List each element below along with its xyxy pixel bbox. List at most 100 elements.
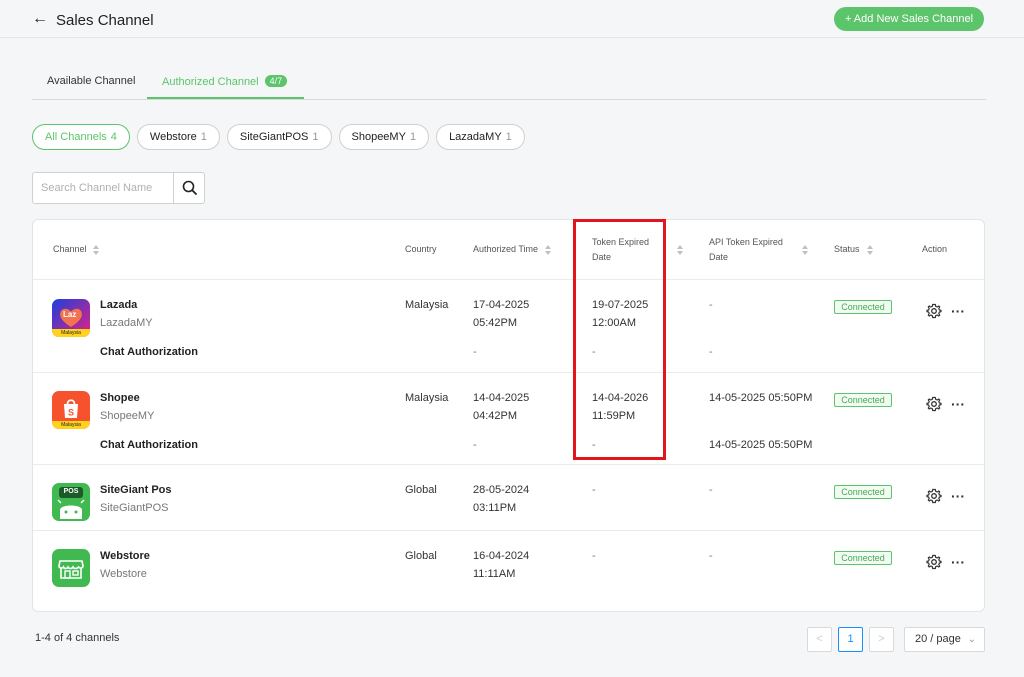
- date-text: 28-05-2024: [473, 484, 530, 496]
- channel-sub-name: LazadaMY: [100, 317, 153, 329]
- country-cell: Global: [405, 484, 437, 496]
- date-text: 17-04-2025: [473, 299, 530, 311]
- search-button[interactable]: [173, 173, 205, 203]
- authorized-time-cell: 14-04-2025 04:42PM: [473, 389, 529, 425]
- country-cell: Malaysia: [405, 299, 449, 311]
- more-options-icon[interactable]: ···: [951, 555, 967, 572]
- lazada-country-tag: Malaysia: [52, 329, 90, 337]
- chat-token-expired-cell: -: [592, 346, 596, 358]
- pagination-prev-button[interactable]: <: [807, 627, 832, 652]
- channel-name: Lazada: [100, 299, 138, 311]
- pagination-page-1[interactable]: 1: [838, 627, 863, 652]
- tab-authorized-label: Authorized Channel: [162, 76, 259, 88]
- tab-available-channel[interactable]: Available Channel: [47, 75, 135, 87]
- date-text: 19-07-2025: [592, 299, 649, 311]
- chat-authorization-label: Chat Authorization: [100, 439, 198, 451]
- authorized-count-badge: 4/7: [264, 75, 288, 87]
- token-expired-cell: 14-04-2026 11:59PM: [592, 389, 648, 425]
- time-text: 11:59PM: [592, 410, 636, 422]
- chat-authorized-time-cell: -: [473, 439, 477, 451]
- chip-count: 1: [312, 131, 319, 143]
- status-badge: Connected: [834, 300, 892, 314]
- chip-label: SiteGiantPOS: [239, 131, 309, 143]
- chip-label: LazadaMY: [449, 131, 502, 143]
- more-options-icon[interactable]: ···: [951, 304, 967, 321]
- filter-chip-sitegiantpos[interactable]: SiteGiantPOS 1: [226, 124, 332, 150]
- webstore-logo: [52, 549, 90, 587]
- sort-token-expired-icon[interactable]: [677, 245, 684, 255]
- date-text: 14-04-2025: [473, 392, 530, 404]
- column-header-status: Status: [834, 244, 860, 254]
- status-badge: Connected: [834, 551, 892, 565]
- pos-logo-text: POS: [63, 488, 79, 495]
- authorized-time-cell: 28-05-2024 03:11PM: [473, 481, 529, 517]
- more-options-icon[interactable]: ···: [951, 397, 967, 414]
- add-sales-channel-button[interactable]: + Add New Sales Channel: [834, 7, 984, 31]
- sort-status-icon[interactable]: [867, 245, 874, 255]
- table-row-sitegiant-pos: POS SiteGiant Pos SiteGiantPOS Global 28…: [33, 465, 984, 531]
- column-header-token-expired-date: Token Expired Date: [592, 235, 649, 265]
- column-header-action: Action: [922, 244, 948, 254]
- gear-icon[interactable]: [926, 554, 942, 570]
- gear-icon[interactable]: [926, 303, 942, 319]
- svg-text:S: S: [68, 408, 74, 418]
- channel-count-text: 1-4 of 4 channels: [35, 632, 120, 644]
- api-token-expired-cell: -: [709, 484, 713, 496]
- time-text: 05:42PM: [473, 317, 518, 329]
- back-arrow-icon[interactable]: ←: [32, 10, 48, 28]
- shopee-country-tag: Malaysia: [52, 421, 90, 429]
- status-badge: Connected: [834, 485, 892, 499]
- column-header-api-token-expired-date: API Token Expired Date: [709, 235, 783, 265]
- sort-channel-icon[interactable]: [93, 245, 100, 255]
- token-expired-cell: -: [592, 550, 596, 562]
- chat-authorization-label: Chat Authorization: [100, 346, 198, 358]
- page-size-value: 20 / page: [915, 633, 961, 645]
- channel-name: Webstore: [100, 550, 150, 562]
- channel-sub-name: Webstore: [100, 568, 147, 580]
- lazada-logo-text: Laz: [63, 310, 77, 319]
- date-text: 14-04-2026: [592, 392, 649, 404]
- chip-count: 1: [505, 131, 512, 143]
- chip-label: Webstore: [149, 131, 197, 143]
- page-size-select[interactable]: 20 / page ⌄: [904, 627, 985, 652]
- token-expired-cell: 19-07-2025 12:00AM: [592, 296, 648, 332]
- table-row-webstore: Webstore Webstore Global 16-04-2024 11:11…: [33, 531, 984, 611]
- tab-authorized-channel[interactable]: Authorized Channel 4/7: [162, 75, 288, 88]
- sitegiant-pos-logo: POS: [52, 483, 90, 521]
- date-text: 16-04-2024: [473, 550, 530, 562]
- channel-name: SiteGiant Pos: [100, 484, 172, 496]
- sort-authorized-time-icon[interactable]: [545, 245, 552, 255]
- channel-name: Shopee: [100, 392, 140, 404]
- filter-chip-all-channels[interactable]: All Channels 4: [32, 124, 130, 150]
- gear-icon[interactable]: [926, 488, 942, 504]
- api-token-expired-cell: -: [709, 299, 713, 311]
- time-text: 11:11AM: [473, 568, 516, 580]
- country-cell: Global: [405, 550, 437, 562]
- column-header-country: Country: [405, 244, 437, 254]
- chip-label: ShopeeMY: [351, 131, 406, 143]
- header-line: Token Expired: [592, 237, 650, 247]
- chevron-down-icon: ⌄: [967, 634, 976, 645]
- table-row-shopee: S Malaysia Shopee ShopeeMY Malaysia 14-0…: [33, 373, 984, 465]
- filter-chip-webstore[interactable]: Webstore 1: [136, 124, 220, 150]
- sort-api-token-icon[interactable]: [802, 245, 809, 255]
- authorized-time-cell: 17-04-2025 05:42PM: [473, 296, 529, 332]
- filter-chip-shopeemy[interactable]: ShopeeMY 1: [338, 124, 430, 150]
- pagination-next-button[interactable]: >: [869, 627, 894, 652]
- header-line: Date: [592, 252, 612, 262]
- channel-tabs: Available Channel Authorized Channel 4/7: [32, 64, 986, 100]
- chip-count: 1: [200, 131, 207, 143]
- country-cell: Malaysia: [405, 392, 449, 404]
- filter-chip-lazadamy[interactable]: LazadaMY 1: [436, 124, 525, 150]
- search-channel-input[interactable]: [33, 173, 173, 203]
- time-text: 04:42PM: [473, 410, 518, 422]
- shopee-logo: S Malaysia: [52, 391, 90, 429]
- active-tab-indicator: [147, 97, 304, 99]
- channel-sub-name: SiteGiantPOS: [100, 502, 169, 514]
- more-options-icon[interactable]: ···: [951, 489, 967, 506]
- search-icon: [182, 180, 197, 195]
- lazada-logo: Laz Malaysia: [52, 299, 90, 337]
- gear-icon[interactable]: [926, 396, 942, 412]
- chip-label: All Channels: [45, 131, 107, 143]
- chat-token-expired-cell: -: [592, 439, 596, 451]
